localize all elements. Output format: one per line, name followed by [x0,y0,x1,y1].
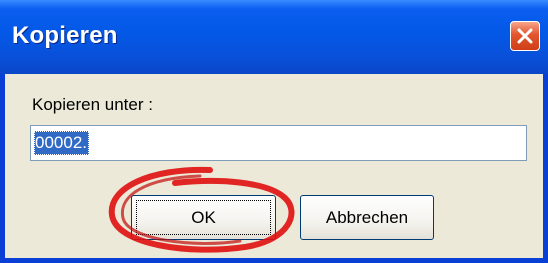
close-button[interactable] [510,21,540,51]
copy-to-label: Kopieren unter : [32,95,153,114]
title-bar[interactable]: Kopieren [0,0,548,74]
input-selected-text: 00002. [34,131,89,155]
dialog-title: Kopieren [12,22,118,49]
copy-to-input[interactable]: 00002. [30,125,527,161]
close-icon [517,28,533,44]
cancel-button[interactable]: Abbrechen [300,195,434,240]
ok-button[interactable]: OK [131,195,276,240]
ok-button-label: OK [191,208,216,227]
cancel-button-label: Abbrechen [325,208,409,227]
